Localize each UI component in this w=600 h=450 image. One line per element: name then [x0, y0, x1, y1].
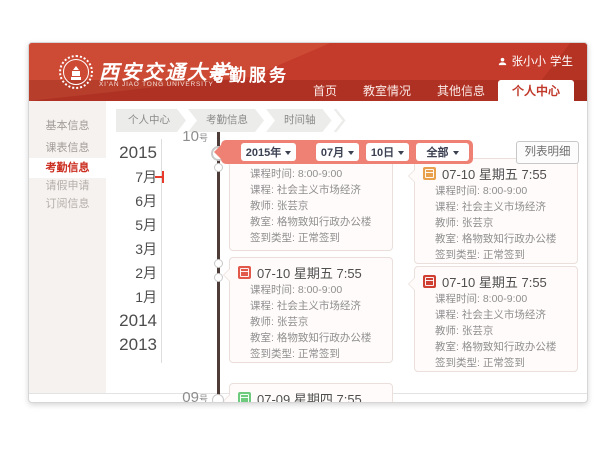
- rail-year-2013[interactable]: 2013: [106, 333, 157, 357]
- day-label-10: 10号: [146, 128, 208, 145]
- rail-month-6[interactable]: 6月: [106, 189, 157, 213]
- card-field: 教师: 张芸京: [230, 314, 392, 330]
- type-dropdown[interactable]: 全部: [416, 143, 469, 161]
- rail-month-2[interactable]: 2月: [106, 261, 157, 285]
- current-month-marker-icon: [155, 176, 162, 178]
- breadcrumb-timeline[interactable]: 时间轴: [266, 109, 332, 132]
- main-content: 个人中心 考勤信息 时间轴 2015 7月 6月 5月 3月 2月 1月 201…: [106, 101, 587, 402]
- attendance-card: 07-10 星期五 7:55 课程时间: 8:00-9:00 课程: 社会主义市…: [229, 257, 393, 363]
- card-field: 课程: 社会主义市场经济: [415, 199, 577, 215]
- sidebar-item-attendance-info[interactable]: 考勤信息: [29, 158, 106, 178]
- attendance-card: 07-10 星期五 7:55 课程时间: 8:00-9:00 课程: 社会主义市…: [414, 266, 578, 372]
- filter-tail-icon: [214, 145, 221, 159]
- card-field: 课程: 社会主义市场经济: [230, 182, 392, 198]
- rail-month-1[interactable]: 1月: [106, 285, 157, 309]
- card-field: 签到类型: 正常签到: [230, 230, 392, 246]
- attendance-card: 07-10 星期五 7:55 课程时间: 8:00-9:00 课程: 社会主义市…: [414, 158, 578, 264]
- university-logo-icon: [59, 55, 93, 89]
- user-name: 张小小: [512, 53, 547, 69]
- rail-year-2014[interactable]: 2014: [106, 309, 157, 333]
- card-date: 07-10 星期五 7:55: [257, 263, 362, 282]
- person-icon: [497, 56, 508, 67]
- user-info[interactable]: 张小小 学生: [497, 53, 574, 69]
- university-name-en: XI'AN JIAO TONG UNIVERSITY: [99, 81, 214, 88]
- service-title: 考勤服务: [209, 61, 289, 86]
- sidebar-item-subscription-info[interactable]: 订阅信息: [29, 194, 106, 214]
- timeline-node: [214, 163, 223, 172]
- chevron-down-icon: [285, 151, 291, 158]
- card-field: 课程时间: 8:00-9:00: [230, 166, 392, 182]
- year-dropdown[interactable]: 2015年: [241, 143, 296, 161]
- rail-month-7[interactable]: 7月: [106, 165, 157, 189]
- card-field: 课程: 社会主义市场经济: [230, 298, 392, 314]
- card-date: 07-10 星期五 7:55: [442, 272, 547, 291]
- sidebar-item-schedule-info[interactable]: 课表信息: [29, 138, 106, 158]
- day-label-09: 09号: [146, 389, 208, 403]
- card-date: 07-10 星期五 7:55: [442, 164, 547, 183]
- top-nav: 首页 教室情况 其他信息 个人中心: [300, 80, 574, 101]
- sidebar-item-leave-request[interactable]: 请假申请: [29, 176, 106, 196]
- chevron-down-icon: [453, 151, 459, 158]
- nav-classrooms[interactable]: 教室情况: [350, 80, 424, 101]
- day-dropdown[interactable]: 10日: [366, 143, 409, 161]
- card-field: 教室: 格物致知行政办公楼: [415, 231, 577, 247]
- card-field: 签到类型: 正常签到: [230, 346, 392, 362]
- card-field: 教室: 格物致知行政办公楼: [230, 214, 392, 230]
- nav-personal-center[interactable]: 个人中心: [498, 80, 574, 101]
- card-field: 课程: 社会主义市场经济: [415, 307, 577, 323]
- card-field: 教师: 张芸京: [415, 215, 577, 231]
- user-role: 学生: [550, 53, 573, 69]
- app-window: 西安交通大学 XI'AN JIAO TONG UNIVERSITY 考勤服务 张…: [28, 42, 588, 403]
- timeline-node: [214, 273, 223, 282]
- card-field: 签到类型: 正常签到: [415, 355, 577, 371]
- nav-home[interactable]: 首页: [300, 80, 350, 101]
- timeline-node: [212, 394, 224, 403]
- calendar-icon: [238, 266, 251, 279]
- breadcrumb-end-chevron-icon: [334, 109, 346, 132]
- card-date: 07-09 星期四 7:55: [257, 389, 362, 404]
- rail-month-5[interactable]: 5月: [106, 213, 157, 237]
- card-field: 课程时间: 8:00-9:00: [415, 183, 577, 199]
- calendar-icon: [238, 392, 251, 404]
- list-detail-button[interactable]: 列表明细: [516, 141, 579, 164]
- nav-other-info[interactable]: 其他信息: [424, 80, 498, 101]
- app-header: 西安交通大学 XI'AN JIAO TONG UNIVERSITY 考勤服务 张…: [29, 43, 587, 101]
- card-field: 教室: 格物致知行政办公楼: [230, 330, 392, 346]
- sidebar-item-basic-info[interactable]: 基本信息: [29, 116, 106, 136]
- chevron-down-icon: [348, 151, 354, 158]
- card-field: 教师: 张芸京: [415, 323, 577, 339]
- rail-month-3[interactable]: 3月: [106, 237, 157, 261]
- current-month-marker-icon: [162, 171, 164, 183]
- card-field: 签到类型: 正常签到: [415, 247, 577, 263]
- calendar-icon: [423, 167, 436, 180]
- timeline-year-rail: 2015 7月 6月 5月 3月 2月 1月 2014 2013: [106, 141, 157, 357]
- date-filter-bar: 2015年 07月 10日 全部: [221, 140, 473, 164]
- attendance-card: 07-09 星期四 7:55: [229, 383, 393, 403]
- month-dropdown[interactable]: 07月: [316, 143, 359, 161]
- chevron-down-icon: [398, 151, 404, 158]
- timeline-node: [214, 259, 223, 268]
- card-field: 课程时间: 8:00-9:00: [415, 291, 577, 307]
- sidebar: 基本信息 课表信息 考勤信息 请假申请 订阅信息: [29, 101, 106, 394]
- card-field: 教室: 格物致知行政办公楼: [415, 339, 577, 355]
- card-field: 教师: 张芸京: [230, 198, 392, 214]
- calendar-icon: [423, 275, 436, 288]
- card-field: 课程时间: 8:00-9:00: [230, 282, 392, 298]
